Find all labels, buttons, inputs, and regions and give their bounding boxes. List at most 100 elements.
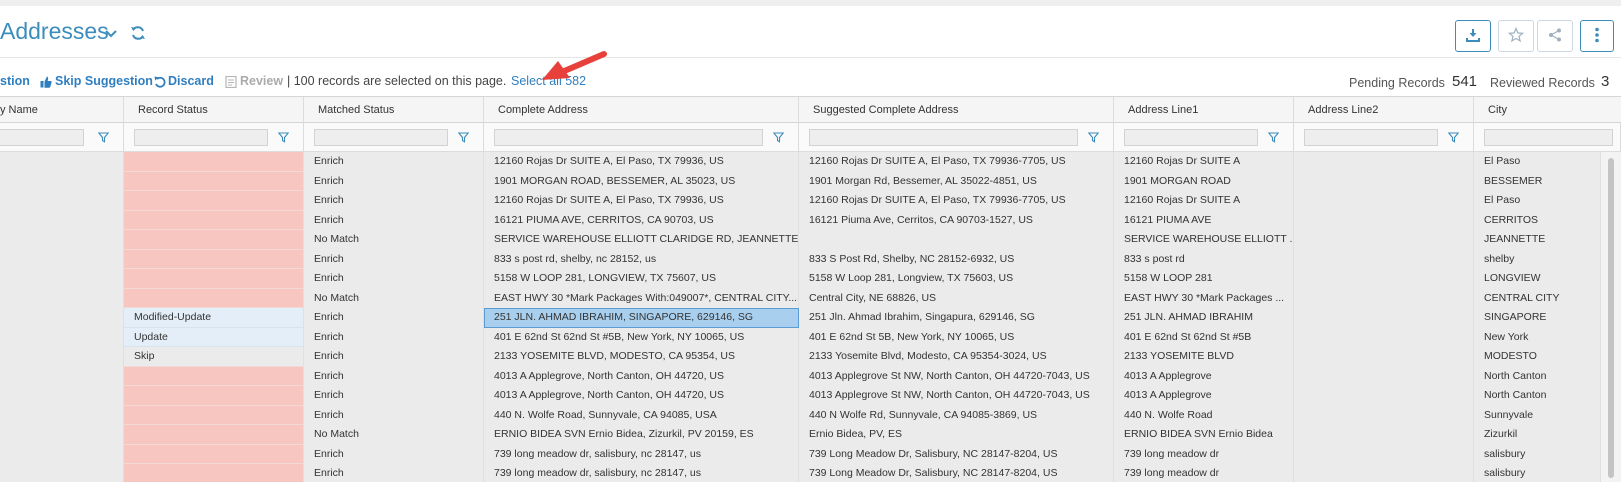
cell-name[interactable] — [0, 171, 124, 191]
cell-address-line2[interactable] — [1294, 405, 1474, 425]
cell-matched-status[interactable]: Enrich — [304, 405, 484, 425]
cell-complete-address[interactable]: 4013 A Applegrove, North Canton, OH 4472… — [484, 366, 799, 386]
cell-matched-status[interactable]: Enrich — [304, 191, 484, 211]
chevron-down-icon[interactable] — [104, 28, 118, 42]
cell-suggested-address[interactable]: 739 Long Meadow Dr, Salisbury, NC 28147-… — [799, 464, 1114, 482]
cell-record-status[interactable] — [124, 230, 304, 250]
cell-matched-status[interactable]: Enrich — [304, 347, 484, 367]
filter-icon[interactable] — [457, 132, 470, 146]
cell-suggested-address[interactable]: 833 S Post Rd, Shelby, NC 28152-6932, US — [799, 249, 1114, 269]
vertical-scrollbar[interactable] — [1600, 152, 1621, 482]
cell-city[interactable]: salisbury — [1474, 464, 1600, 482]
review-button[interactable]: Review — [240, 74, 283, 88]
cell-address-line1[interactable]: 2133 YOSEMITE BLVD — [1114, 347, 1294, 367]
cell-city[interactable]: New York — [1474, 328, 1600, 348]
filter-icon[interactable] — [1087, 132, 1100, 146]
table-row[interactable]: Update Enrich 401 E 62nd St 62nd St #5B, N… — [0, 327, 1600, 348]
cell-city[interactable]: MODESTO — [1474, 347, 1600, 367]
cell-name[interactable] — [0, 308, 124, 328]
column-header-complete-address[interactable]: Complete Address — [484, 97, 799, 124]
accept-suggestion-button[interactable]: stion — [0, 74, 30, 88]
cell-complete-address[interactable]: 1901 MORGAN ROAD, BESSEMER, AL 35023, US — [484, 171, 799, 191]
table-row[interactable]: Enrich 5158 W LOOP 281, LONGVIEW, TX 7560… — [0, 269, 1600, 289]
cell-city[interactable]: SINGAPORE — [1474, 308, 1600, 328]
cell-complete-address[interactable]: SERVICE WAREHOUSE ELLIOTT CLARIDGE RD, J… — [484, 230, 799, 250]
table-row[interactable]: Enrich 12160 Rojas Dr SUITE A, El Paso, T… — [0, 191, 1600, 211]
cell-address-line2[interactable] — [1294, 464, 1474, 482]
cell-suggested-address[interactable]: 401 E 62nd St 5B, New York, NY 10065, US — [799, 327, 1114, 347]
cell-record-status[interactable] — [124, 152, 304, 172]
share-button[interactable] — [1537, 20, 1573, 52]
cell-record-status[interactable] — [124, 249, 304, 269]
cell-city[interactable]: El Paso — [1474, 152, 1600, 172]
cell-address-line1[interactable]: 12160 Rojas Dr SUITE A — [1114, 152, 1294, 172]
cell-record-status[interactable]: Update — [124, 327, 304, 347]
cell-record-status[interactable] — [124, 171, 304, 191]
cell-matched-status[interactable]: Enrich — [304, 464, 484, 482]
refresh-icon[interactable] — [130, 25, 146, 44]
cell-address-line2[interactable] — [1294, 366, 1474, 386]
cell-city[interactable]: BESSEMER — [1474, 172, 1600, 192]
cell-address-line2[interactable] — [1294, 152, 1474, 172]
skip-suggestion-button[interactable]: Skip Suggestion — [55, 74, 153, 88]
scrollbar-thumb[interactable] — [1608, 158, 1614, 478]
cell-matched-status[interactable]: Enrich — [304, 366, 484, 386]
cell-address-line2[interactable] — [1294, 444, 1474, 464]
cell-record-status[interactable] — [124, 386, 304, 406]
cell-matched-status[interactable]: No Match — [304, 230, 484, 250]
cell-city[interactable]: North Canton — [1474, 367, 1600, 387]
cell-suggested-address[interactable]: 2133 Yosemite Blvd, Modesto, CA 95354-30… — [799, 347, 1114, 367]
filter-icon[interactable] — [277, 132, 290, 146]
cell-address-line1[interactable]: 833 s post rd — [1114, 249, 1294, 269]
table-row[interactable]: Enrich 739 long meadow dr, salisbury, nc … — [0, 444, 1600, 465]
cell-matched-status[interactable]: Enrich — [304, 152, 484, 172]
cell-name[interactable] — [0, 386, 124, 406]
column-header-city[interactable]: City — [1474, 97, 1621, 124]
cell-suggested-address[interactable] — [799, 230, 1114, 250]
cell-address-line1[interactable]: 5158 W LOOP 281 — [1114, 269, 1294, 289]
table-row[interactable]: Enrich 833 s post rd, shelby, nc 28152, u… — [0, 249, 1600, 269]
filter-input-address-line2[interactable] — [1304, 129, 1438, 146]
cell-address-line1[interactable]: 16121 PIUMA AVE — [1114, 210, 1294, 230]
cell-name[interactable] — [0, 249, 124, 269]
filter-input-matched-status[interactable] — [314, 129, 448, 146]
cell-address-line2[interactable] — [1294, 249, 1474, 269]
cell-matched-status[interactable]: Enrich — [304, 171, 484, 191]
table-row[interactable]: No Match EAST HWY 30 *Mark Packages With:… — [0, 288, 1600, 308]
cell-complete-address[interactable]: 12160 Rojas Dr SUITE A, El Paso, TX 7993… — [484, 152, 799, 172]
cell-address-line2[interactable] — [1294, 269, 1474, 289]
cell-city[interactable]: salisbury — [1474, 445, 1600, 465]
cell-city[interactable]: LONGVIEW — [1474, 269, 1600, 289]
cell-name[interactable] — [0, 366, 124, 386]
cell-suggested-address[interactable]: 1901 Morgan Rd, Bessemer, AL 35022-4851,… — [799, 171, 1114, 191]
cell-address-line2[interactable] — [1294, 386, 1474, 406]
column-header-record-status[interactable]: Record Status — [124, 97, 304, 124]
filter-icon[interactable] — [97, 132, 110, 146]
cell-name[interactable] — [0, 191, 124, 211]
cell-city[interactable]: El Paso — [1474, 191, 1600, 211]
table-row[interactable]: Enrich 739 long meadow dr, salisbury, nc … — [0, 464, 1600, 482]
table-row[interactable]: Enrich 4013 A Applegrove, North Canton, O… — [0, 366, 1600, 387]
cell-record-status[interactable] — [124, 464, 304, 482]
cell-address-line2[interactable] — [1294, 171, 1474, 191]
cell-matched-status[interactable]: No Match — [304, 288, 484, 308]
cell-city[interactable]: Sunnyvale — [1474, 406, 1600, 426]
cell-address-line2[interactable] — [1294, 210, 1474, 230]
column-header-address-line1[interactable]: Address Line1 — [1114, 97, 1294, 124]
filter-input-record-status[interactable] — [134, 129, 268, 146]
cell-address-line1[interactable]: 739 long meadow dr — [1114, 444, 1294, 464]
discard-button[interactable]: Discard — [168, 74, 214, 88]
cell-address-line2[interactable] — [1294, 288, 1474, 308]
filter-icon[interactable] — [1447, 132, 1460, 146]
cell-name[interactable] — [0, 464, 124, 482]
filter-input-address-line1[interactable] — [1124, 129, 1258, 146]
cell-address-line1[interactable]: 12160 Rojas Dr SUITE A — [1114, 191, 1294, 211]
cell-address-line2[interactable] — [1294, 230, 1474, 250]
cell-record-status[interactable] — [124, 210, 304, 230]
cell-suggested-address[interactable]: Central City, NE 68826, US — [799, 288, 1114, 308]
cell-complete-address[interactable]: 16121 PIUMA AVE, CERRITOS, CA 90703, US — [484, 210, 799, 230]
cell-address-line1[interactable]: EAST HWY 30 *Mark Packages ... — [1114, 288, 1294, 308]
column-header-address-line2[interactable]: Address Line2 — [1294, 97, 1474, 124]
cell-record-status[interactable] — [124, 191, 304, 211]
cell-complete-address[interactable]: ERNIO BIDEA SVN Ernio Bidea, Zizurkil, P… — [484, 425, 799, 445]
